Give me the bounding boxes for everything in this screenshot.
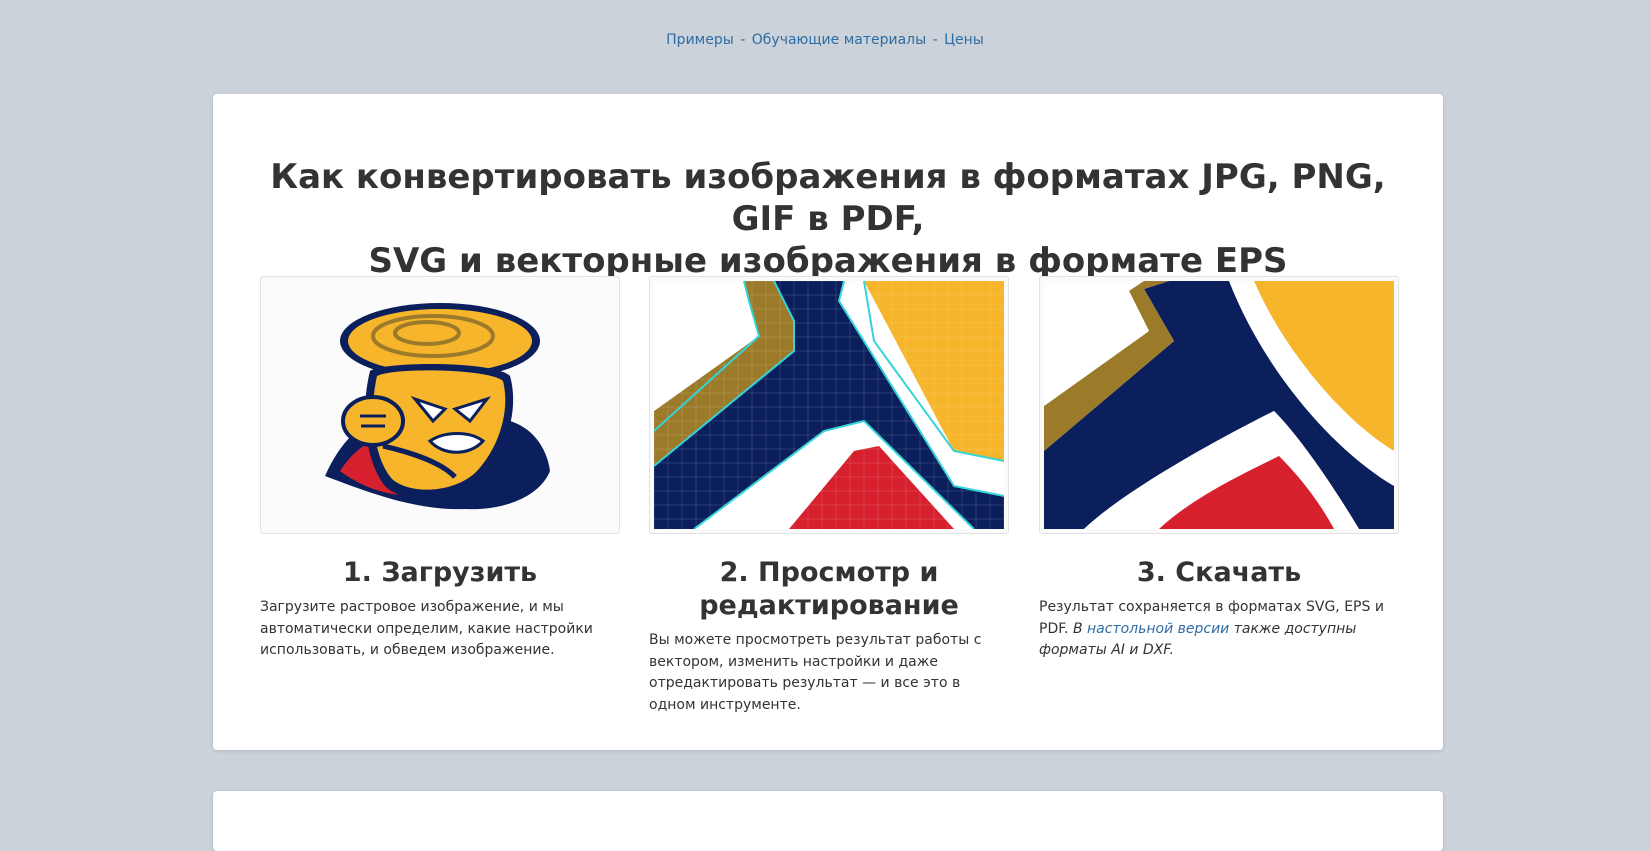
step-upload-text: Загрузите растровое изображение, и мы ав…	[260, 599, 593, 658]
desktop-version-link[interactable]: настольной версии	[1087, 621, 1229, 637]
step-download-text-italic: В	[1072, 620, 1083, 637]
smooth-vector-zoom-icon	[1044, 281, 1394, 529]
nav-separator: -	[932, 32, 938, 48]
nav-separator: -	[740, 32, 746, 48]
step-upload-image	[260, 276, 620, 534]
nav-link-examples[interactable]: Примеры	[666, 32, 734, 48]
how-to-card: Как конвертировать изображения в формата…	[213, 94, 1443, 750]
step-download-title: 3. Скачать	[1136, 557, 1302, 588]
step-download-image	[1039, 276, 1399, 534]
page-title: Как конвертировать изображения в формата…	[243, 156, 1413, 282]
step-upload: 1. Загрузить Загрузите растровое изображ…	[260, 276, 620, 662]
nav-link-pricing[interactable]: Цены	[944, 32, 984, 48]
next-card	[213, 791, 1443, 851]
step-download: 3. Скачать Результат сохраняется в форма…	[1039, 276, 1399, 662]
step-preview-title-line2: редактирование	[699, 590, 959, 621]
page-title-line1: Как конвертировать изображения в формата…	[270, 157, 1386, 239]
step-preview-image	[649, 276, 1009, 534]
step-preview-title-line1: 2. Просмотр и	[719, 557, 939, 588]
step-upload-title: 1. Загрузить	[342, 557, 538, 588]
step-preview-title: 2. Просмотр и редактирование	[649, 556, 1009, 622]
step-download-text: Результат сохраняется в форматах SVG, EP…	[1039, 597, 1399, 662]
step-preview-text: Вы можете просмотреть результат работы с…	[649, 632, 982, 713]
tornado-mascot-logo-icon	[265, 281, 615, 529]
top-nav: Примеры - Обучающие материалы - Цены	[0, 32, 1650, 48]
step-preview: 2. Просмотр и редактирование Вы можете п…	[649, 276, 1009, 716]
pixelated-zoom-icon	[654, 281, 1004, 529]
page-title-line2: SVG и векторные изображения в формате EP…	[368, 241, 1288, 281]
nav-link-tutorials[interactable]: Обучающие материалы	[752, 32, 926, 48]
